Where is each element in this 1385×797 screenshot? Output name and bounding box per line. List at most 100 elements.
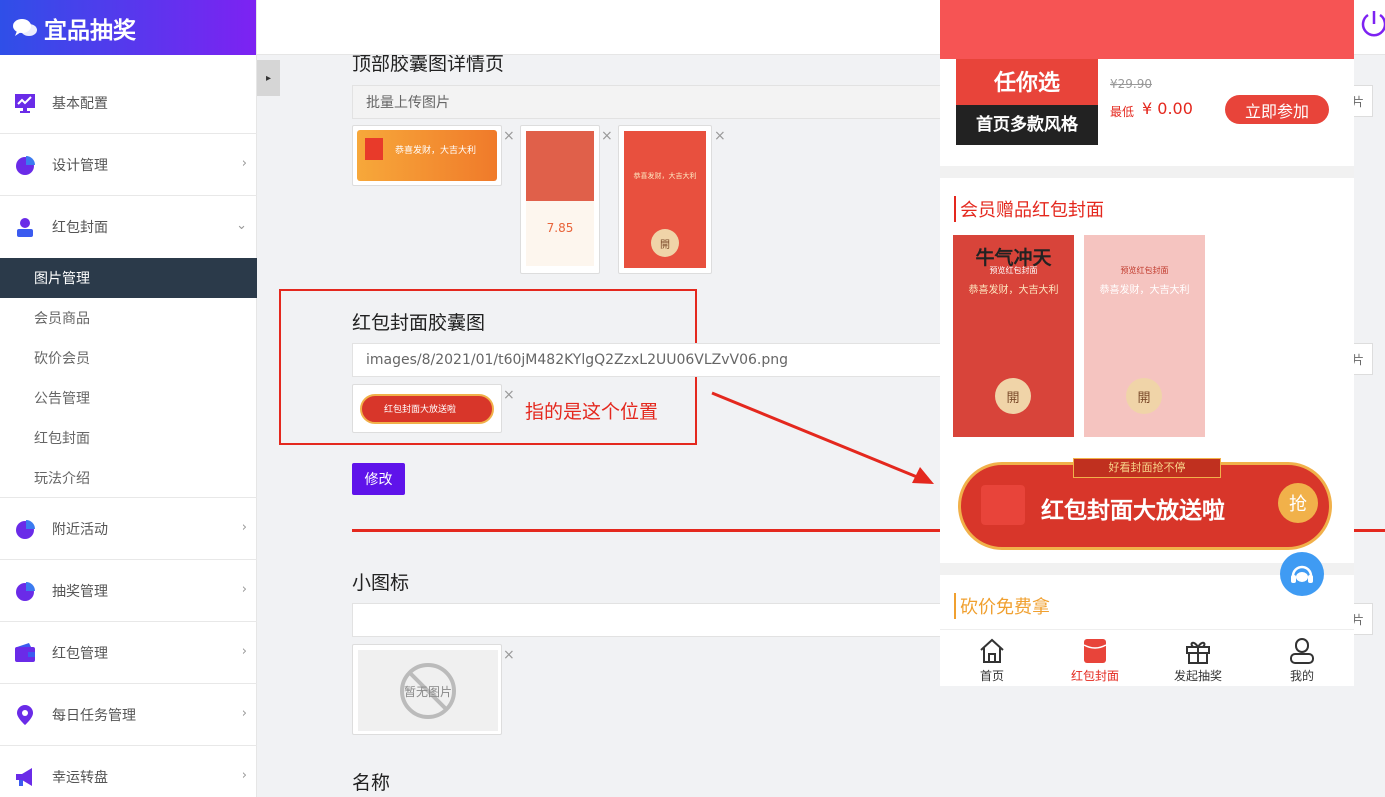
submenu-how-to-play[interactable]: 玩法介绍 bbox=[0, 458, 257, 498]
image-preview-bottom: 7.85 bbox=[526, 201, 594, 266]
sidebar-item-design[interactable]: 设计管理 › bbox=[0, 134, 257, 196]
bargain-section-title: 砍价免费拿 bbox=[954, 593, 1050, 619]
headset-icon bbox=[1291, 565, 1313, 583]
modify-button[interactable]: 修改 bbox=[352, 463, 405, 495]
power-icon[interactable] bbox=[1357, 8, 1385, 42]
field-label-top-capsule: 顶部胶囊图详情页 bbox=[352, 55, 505, 75]
cover-image[interactable]: 牛气冲天 预览红包封面 恭喜发财，大吉大利 開 bbox=[953, 235, 1074, 437]
megaphone-icon bbox=[14, 766, 36, 788]
red-envelope-icon bbox=[1083, 639, 1107, 663]
small-icon-input[interactable] bbox=[352, 603, 952, 637]
tab-red-cover[interactable]: 红包封面 bbox=[1055, 630, 1135, 686]
user-icon bbox=[1290, 638, 1314, 664]
user-icon bbox=[14, 216, 36, 238]
sidebar-item-cover[interactable]: 红包封面 ⌄ bbox=[0, 196, 257, 258]
brand-title: 宜品抽奖 bbox=[44, 17, 136, 44]
image-preview: 恭喜发财，大吉大利 開 bbox=[624, 131, 706, 268]
sidebar-item-label: 基本配置 bbox=[52, 95, 108, 112]
wallet-icon bbox=[14, 642, 36, 664]
submenu-member-goods[interactable]: 会员商品 bbox=[0, 298, 257, 338]
sidebar-item-label: 抽奖管理 bbox=[52, 583, 108, 600]
sidebar: 宜品抽奖 基本配置 设计管理 › 红包封面 ⌄ 图片管理 会员商品 砍价会员 公… bbox=[0, 0, 257, 797]
cover-tag: 预览红包封面 bbox=[1120, 266, 1169, 275]
cover-image[interactable]: 预览红包封面 恭喜发财，大吉大利 開 bbox=[1084, 235, 1205, 437]
image-thumbnail[interactable]: 7.85 bbox=[520, 125, 600, 274]
promo-card[interactable]: 任你选 首页多款风格 ¥29.90 最低 ¥ 0.00 立即参加 bbox=[940, 59, 1354, 166]
grab-badge: 抢 bbox=[1278, 483, 1318, 523]
sidebar-item-label: 设计管理 bbox=[52, 157, 108, 174]
capsule-path-input[interactable]: images/8/2021/01/t60jM482KYlgQ2ZzxL2UU06… bbox=[352, 343, 952, 377]
pie-chart-icon bbox=[14, 518, 36, 540]
red-envelope-icon bbox=[365, 138, 383, 160]
thumbnail-caption: 恭喜发财，大吉大利 bbox=[395, 146, 477, 156]
brand-header[interactable]: 宜品抽奖 bbox=[0, 0, 256, 55]
pie-chart-icon bbox=[14, 154, 36, 176]
promo-sub-text: 首页多款风格 bbox=[956, 105, 1098, 145]
empty-image-thumbnail[interactable]: 暂无图片 bbox=[352, 644, 502, 735]
tab-start-lottery[interactable]: 发起抽奖 bbox=[1158, 630, 1238, 686]
sidebar-item-redpacket[interactable]: 红包管理 › bbox=[0, 622, 257, 684]
red-envelope-icon bbox=[981, 485, 1025, 525]
chevron-right-icon: › bbox=[241, 156, 247, 171]
join-button[interactable]: 立即参加 bbox=[1225, 95, 1329, 124]
cover-tag: 预览红包封面 bbox=[989, 266, 1038, 275]
open-badge: 開 bbox=[651, 229, 679, 257]
delete-icon[interactable]: × bbox=[503, 647, 515, 663]
capsule-thumb-text: 红包封面大放送啦 bbox=[384, 405, 457, 415]
customer-service-button[interactable] bbox=[1280, 552, 1324, 596]
location-icon bbox=[14, 704, 36, 726]
sidebar-item-lottery[interactable]: 抽奖管理 › bbox=[0, 560, 257, 622]
member-cover-card: 会员赠品红包封面 牛气冲天 预览红包封面 恭喜发财，大吉大利 開 预览红包封面 … bbox=[940, 178, 1354, 563]
monitor-icon bbox=[14, 92, 36, 114]
sidebar-item-label: 红包管理 bbox=[52, 645, 108, 662]
chevron-right-icon: › bbox=[241, 768, 247, 783]
sidebar-item-daily-task[interactable]: 每日任务管理 › bbox=[0, 684, 257, 746]
chevron-right-icon: › bbox=[241, 520, 247, 535]
submenu-bargain-member[interactable]: 砍价会员 bbox=[0, 338, 257, 378]
promo-big-text: 任你选 bbox=[993, 71, 1060, 96]
delete-icon[interactable]: × bbox=[503, 387, 515, 403]
open-badge: 開 bbox=[995, 378, 1031, 414]
delete-icon[interactable]: × bbox=[503, 128, 515, 144]
price: ¥ 0.00 bbox=[1142, 99, 1193, 118]
field-label-capsule: 红包封面胶囊图 bbox=[352, 312, 486, 334]
tab-label: 我的 bbox=[1289, 669, 1314, 683]
thumbnail-number: 7.85 bbox=[546, 221, 574, 235]
capsule-preview: 红包封面大放送啦 bbox=[360, 394, 494, 424]
tab-label: 首页 bbox=[979, 669, 1004, 683]
capsule-thumbnail[interactable]: 红包封面大放送啦 bbox=[352, 384, 502, 433]
submenu-image-manage[interactable]: 图片管理 bbox=[0, 258, 257, 298]
chevron-right-icon: › bbox=[241, 644, 247, 659]
submenu-notice[interactable]: 公告管理 bbox=[0, 378, 257, 418]
capsule-banner-text: 红包封面大放送啦 bbox=[1041, 498, 1225, 524]
chevron-right-icon: › bbox=[241, 706, 247, 721]
chevron-right-icon: › bbox=[241, 582, 247, 597]
submenu-red-cover[interactable]: 红包封面 bbox=[0, 418, 257, 458]
gift-icon bbox=[1186, 641, 1210, 664]
sidebar-item-wheel[interactable]: 幸运转盘 › bbox=[0, 746, 257, 797]
open-badge: 開 bbox=[1126, 378, 1162, 414]
image-thumbnail[interactable]: 恭喜发财，大吉大利 開 bbox=[618, 125, 712, 274]
sidebar-item-label: 每日任务管理 bbox=[52, 707, 136, 724]
cover-caption: 恭喜发财，大吉大利 bbox=[968, 285, 1059, 296]
delete-icon[interactable]: × bbox=[601, 128, 613, 144]
image-thumbnail[interactable]: 恭喜发财，大吉大利 bbox=[352, 125, 502, 186]
tab-mine[interactable]: 我的 bbox=[1262, 630, 1342, 686]
image-preview: 恭喜发财，大吉大利 bbox=[357, 130, 497, 181]
batch-upload-input[interactable]: 批量上传图片 bbox=[352, 85, 952, 119]
image-preview: 暂无图片 bbox=[358, 650, 498, 731]
capsule-banner[interactable]: 好看封面抢不停 红包封面大放送啦 抢 bbox=[958, 458, 1332, 550]
sidebar-item-label: 幸运转盘 bbox=[52, 769, 108, 786]
promo-image: 任你选 首页多款风格 bbox=[956, 59, 1098, 145]
thumbnail-caption: 恭喜发财，大吉大利 bbox=[633, 172, 697, 180]
field-label-small-icon: 小图标 bbox=[352, 572, 410, 594]
delete-icon[interactable]: × bbox=[714, 128, 726, 144]
chevron-down-icon: ⌄ bbox=[236, 218, 247, 233]
home-icon bbox=[980, 638, 1004, 663]
tab-home[interactable]: 首页 bbox=[952, 630, 1032, 686]
annotation-note: 指的是这个位置 bbox=[525, 401, 659, 423]
chat-bubbles-icon bbox=[13, 18, 37, 36]
sidebar-item-basic-config[interactable]: 基本配置 bbox=[0, 72, 257, 134]
sidebar-item-nearby[interactable]: 附近活动 › bbox=[0, 498, 257, 560]
tab-label: 发起抽奖 bbox=[1173, 669, 1222, 683]
